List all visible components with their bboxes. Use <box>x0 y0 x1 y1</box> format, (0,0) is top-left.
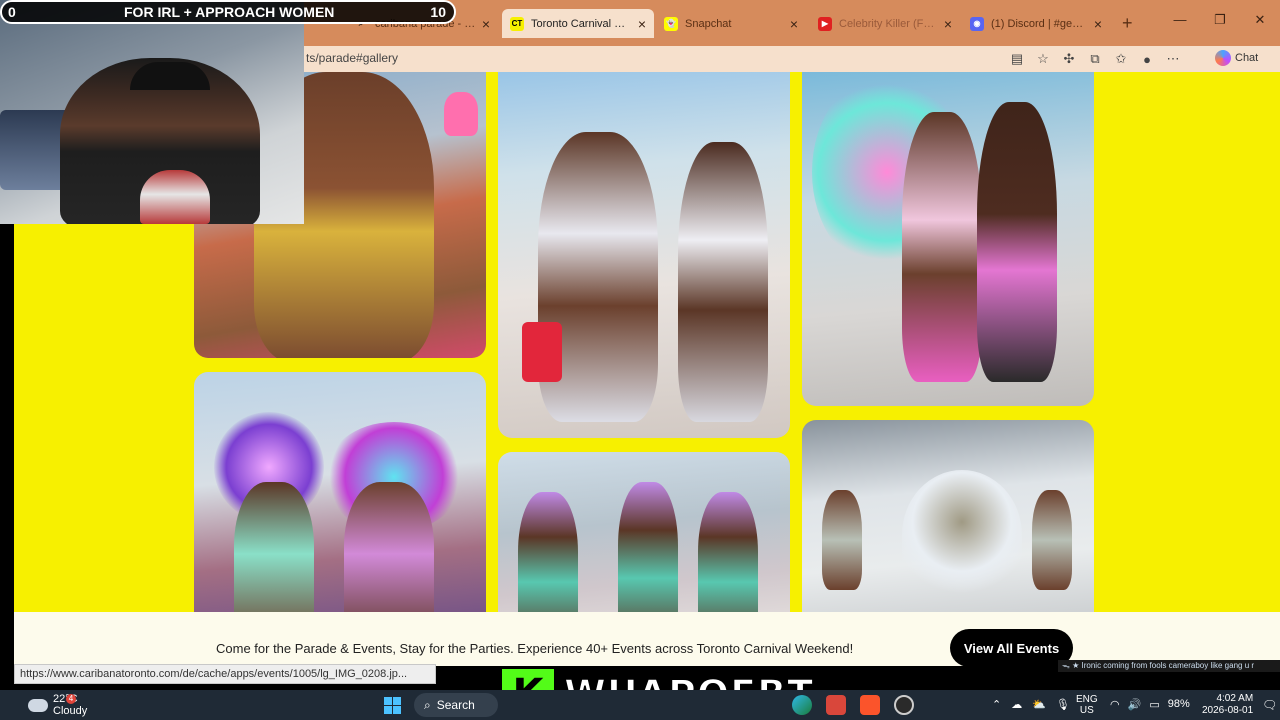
search-icon: ⌕ <box>424 697 431 712</box>
webcam-device <box>140 170 210 224</box>
gallery-photo[interactable] <box>498 452 790 612</box>
gallery-photo[interactable] <box>194 372 486 612</box>
maximize-icon[interactable]: ❐ <box>1200 12 1240 28</box>
photo-bag <box>522 322 562 382</box>
input-language[interactable]: ENG US <box>1076 694 1098 716</box>
volume-icon: 🔊 <box>1127 699 1142 711</box>
taskbar-apps <box>792 695 914 715</box>
tab-snapchat[interactable]: 👻 Snapchat × <box>656 9 806 38</box>
events-cta-bar: Come for the Parade & Events, Stay for t… <box>14 612 1280 667</box>
photo-figure <box>618 482 678 612</box>
wifi-icon: ◠ <box>1110 699 1120 711</box>
profile-icon[interactable]: ● <box>1135 49 1159 69</box>
battery-icon: ▭ <box>1149 699 1160 711</box>
language-code: ENG <box>1076 694 1098 705</box>
obs-icon[interactable] <box>894 695 914 715</box>
view-all-events-button[interactable]: View All Events <box>950 629 1073 667</box>
close-tab-icon[interactable]: × <box>944 16 952 32</box>
split-screen-icon[interactable]: ⧉ <box>1083 49 1107 69</box>
weather-widget[interactable]: 4 22°C Cloudy <box>28 693 87 717</box>
close-window-icon[interactable]: ✕ <box>1240 12 1280 28</box>
tab-discord[interactable]: ◉ (1) Discord | #general × <box>962 9 1110 38</box>
streamer-webcam <box>0 0 304 224</box>
photo-figure <box>1032 490 1072 590</box>
clock-time: 4:02 AM <box>1216 693 1254 704</box>
more-menu-icon[interactable]: ⋯ <box>1161 49 1185 69</box>
notification-icon[interactable]: 🗨 <box>1262 698 1277 712</box>
tab-label: Toronto Carnival Parade <box>531 17 632 30</box>
taskbar-search[interactable]: ⌕ Search <box>414 693 498 717</box>
extensions-icon[interactable]: ✣ <box>1057 49 1081 69</box>
windows-start-icon[interactable] <box>384 697 401 714</box>
copilot-icon <box>1215 50 1231 66</box>
tab-label: Snapchat <box>685 17 732 30</box>
photo-figure <box>902 112 982 382</box>
region-code: US <box>1079 705 1094 716</box>
photo-figure <box>822 490 862 590</box>
favorite-star-icon[interactable]: ☆ <box>1031 49 1055 69</box>
photo-figure <box>698 492 758 612</box>
window-controls: — ❐ ✕ <box>1160 12 1280 28</box>
microphone-icon[interactable]: 🎙 <box>1056 698 1070 711</box>
cloud-icon <box>28 698 48 712</box>
photo-figure <box>678 142 768 422</box>
chat-ticker: ᯓ ★ Ironic coming from fools cameraboy l… <box>1058 660 1280 672</box>
snapchat-icon: 👻 <box>664 16 678 31</box>
battery-percent: 98% <box>1167 698 1190 710</box>
tab-label: (1) Discord | #general <box>991 17 1088 30</box>
goal-title: FOR IRL + APPROACH WOMEN <box>124 4 335 20</box>
close-tab-icon[interactable]: × <box>1094 16 1102 32</box>
onedrive-icon[interactable]: ☁ <box>1011 698 1022 711</box>
calendar-app-icon[interactable] <box>826 695 846 715</box>
tab-toronto-carnival[interactable]: CT Toronto Carnival Parade × <box>502 9 654 38</box>
windows-taskbar: 4 22°C Cloudy ⌕ Search ⌃ ☁ ⛅ 🎙 ENG US ◠ … <box>0 690 1280 720</box>
copilot-chat-button[interactable]: Chat <box>1215 50 1258 66</box>
url-field[interactable]: ts/parade#gallery <box>306 51 398 65</box>
photo-dancer <box>902 470 1022 600</box>
search-label: Search <box>436 698 475 712</box>
gallery-photo[interactable] <box>802 420 1094 612</box>
goal-current-count: 0 <box>8 4 16 20</box>
browser-toolbar: ▤ ☆ ✣ ⧉ ✩ ● ⋯ <box>1005 49 1187 69</box>
gallery-photo[interactable] <box>498 72 790 438</box>
photo-figure <box>518 492 578 612</box>
discord-icon: ◉ <box>970 16 984 31</box>
new-tab-button[interactable]: + <box>1114 9 1142 38</box>
stream-goal-bar: 0 FOR IRL + APPROACH WOMEN 10 <box>0 0 456 24</box>
edge-icon[interactable] <box>792 695 812 715</box>
tab-label: Celebrity Killer (Full Vid) <box>839 17 938 30</box>
weather-badge: 4 <box>66 694 76 704</box>
tab-celebrity-killer[interactable]: ▶ Celebrity Killer (Full Vid) × <box>810 9 960 38</box>
photo-figure <box>234 482 314 612</box>
cloud-sync-icon[interactable]: ⛅ <box>1032 698 1046 711</box>
cta-text: Come for the Parade & Events, Stay for t… <box>216 641 854 656</box>
close-tab-icon[interactable]: × <box>790 16 798 32</box>
chat-label: Chat <box>1235 52 1259 64</box>
reader-view-icon[interactable]: ▤ <box>1005 49 1029 69</box>
weather-condition: Cloudy <box>53 705 88 717</box>
photo-figure <box>344 482 434 612</box>
carnival-favicon-icon: CT <box>510 16 524 31</box>
favorites-icon[interactable]: ✩ <box>1109 49 1133 69</box>
gallery-photo[interactable] <box>802 72 1094 406</box>
photo-fan <box>444 92 478 136</box>
taskbar-clock[interactable]: 4:02 AM 2026-08-01 <box>1202 693 1253 717</box>
webcam-headphones <box>130 62 210 90</box>
close-tab-icon[interactable]: × <box>482 16 490 32</box>
youtube-icon: ▶ <box>818 16 832 31</box>
close-tab-icon[interactable]: × <box>638 16 646 32</box>
goal-target-count: 10 <box>430 4 446 20</box>
chevron-up-icon[interactable]: ⌃ <box>992 698 1001 711</box>
minimize-icon[interactable]: — <box>1160 12 1200 28</box>
status-icons[interactable]: ◠ 🔊 ▭ 98% <box>1110 698 1190 711</box>
system-tray: ⌃ ☁ ⛅ 🎙 <box>992 698 1070 711</box>
brave-icon[interactable] <box>860 695 880 715</box>
photo-figure <box>977 102 1057 382</box>
clock-date: 2026-08-01 <box>1202 705 1254 716</box>
link-status-url: https://www.caribanatoronto.com/de/cache… <box>14 664 436 684</box>
